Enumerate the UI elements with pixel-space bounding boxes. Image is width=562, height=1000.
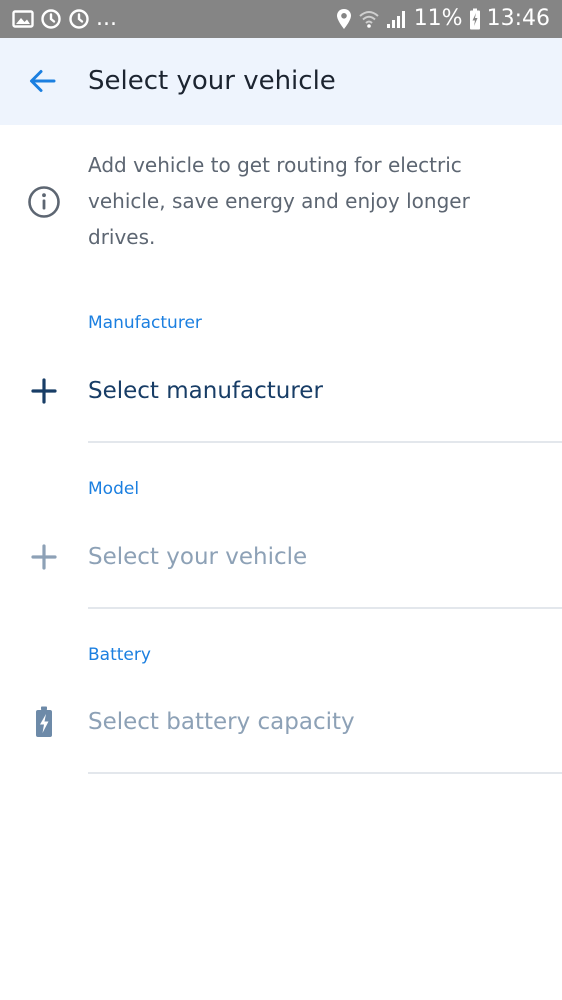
- battery-label: Battery: [88, 645, 151, 665]
- battery-percent: 11%: [413, 6, 463, 31]
- manufacturer-label: Manufacturer: [88, 313, 202, 333]
- divider: [88, 607, 562, 609]
- select-model-row[interactable]: Select your vehicle: [0, 527, 562, 587]
- vehicle-select-screen: ... 11% 13:46 Select your vehicle Add ve…: [0, 0, 562, 1000]
- divider: [88, 772, 562, 774]
- model-label: Model: [88, 479, 140, 499]
- plus-icon: [29, 542, 59, 572]
- divider: [88, 441, 562, 443]
- battery-charging-icon: [29, 706, 59, 737]
- clock: 13:46: [486, 6, 550, 31]
- arrow-left-icon: [30, 70, 56, 92]
- select-manufacturer-row[interactable]: Select manufacturer: [0, 361, 562, 421]
- select-battery-text: Select battery capacity: [88, 709, 355, 735]
- select-manufacturer-text: Select manufacturer: [88, 378, 323, 404]
- app-bar: Select your vehicle: [0, 38, 562, 125]
- notification-overflow: ...: [96, 6, 117, 31]
- status-bar-left: ...: [12, 0, 117, 38]
- select-battery-row[interactable]: Select battery capacity: [0, 692, 562, 752]
- image-icon: [12, 9, 34, 29]
- status-bar-right: 11% 13:46: [336, 0, 550, 38]
- plus-icon: [29, 376, 59, 406]
- page-title: Select your vehicle: [88, 66, 336, 96]
- battery-charging-icon: [469, 8, 481, 30]
- sync-icon: [40, 8, 62, 30]
- back-button[interactable]: [22, 61, 62, 101]
- signal-icon: [386, 9, 408, 29]
- wifi-icon: [358, 9, 380, 29]
- info-icon: [27, 185, 61, 219]
- sync-icon: [68, 8, 90, 30]
- info-description: Add vehicle to get routing for electric …: [88, 153, 470, 249]
- status-bar: ... 11% 13:46: [0, 0, 562, 38]
- select-model-text: Select your vehicle: [88, 544, 308, 570]
- location-icon: [336, 8, 352, 30]
